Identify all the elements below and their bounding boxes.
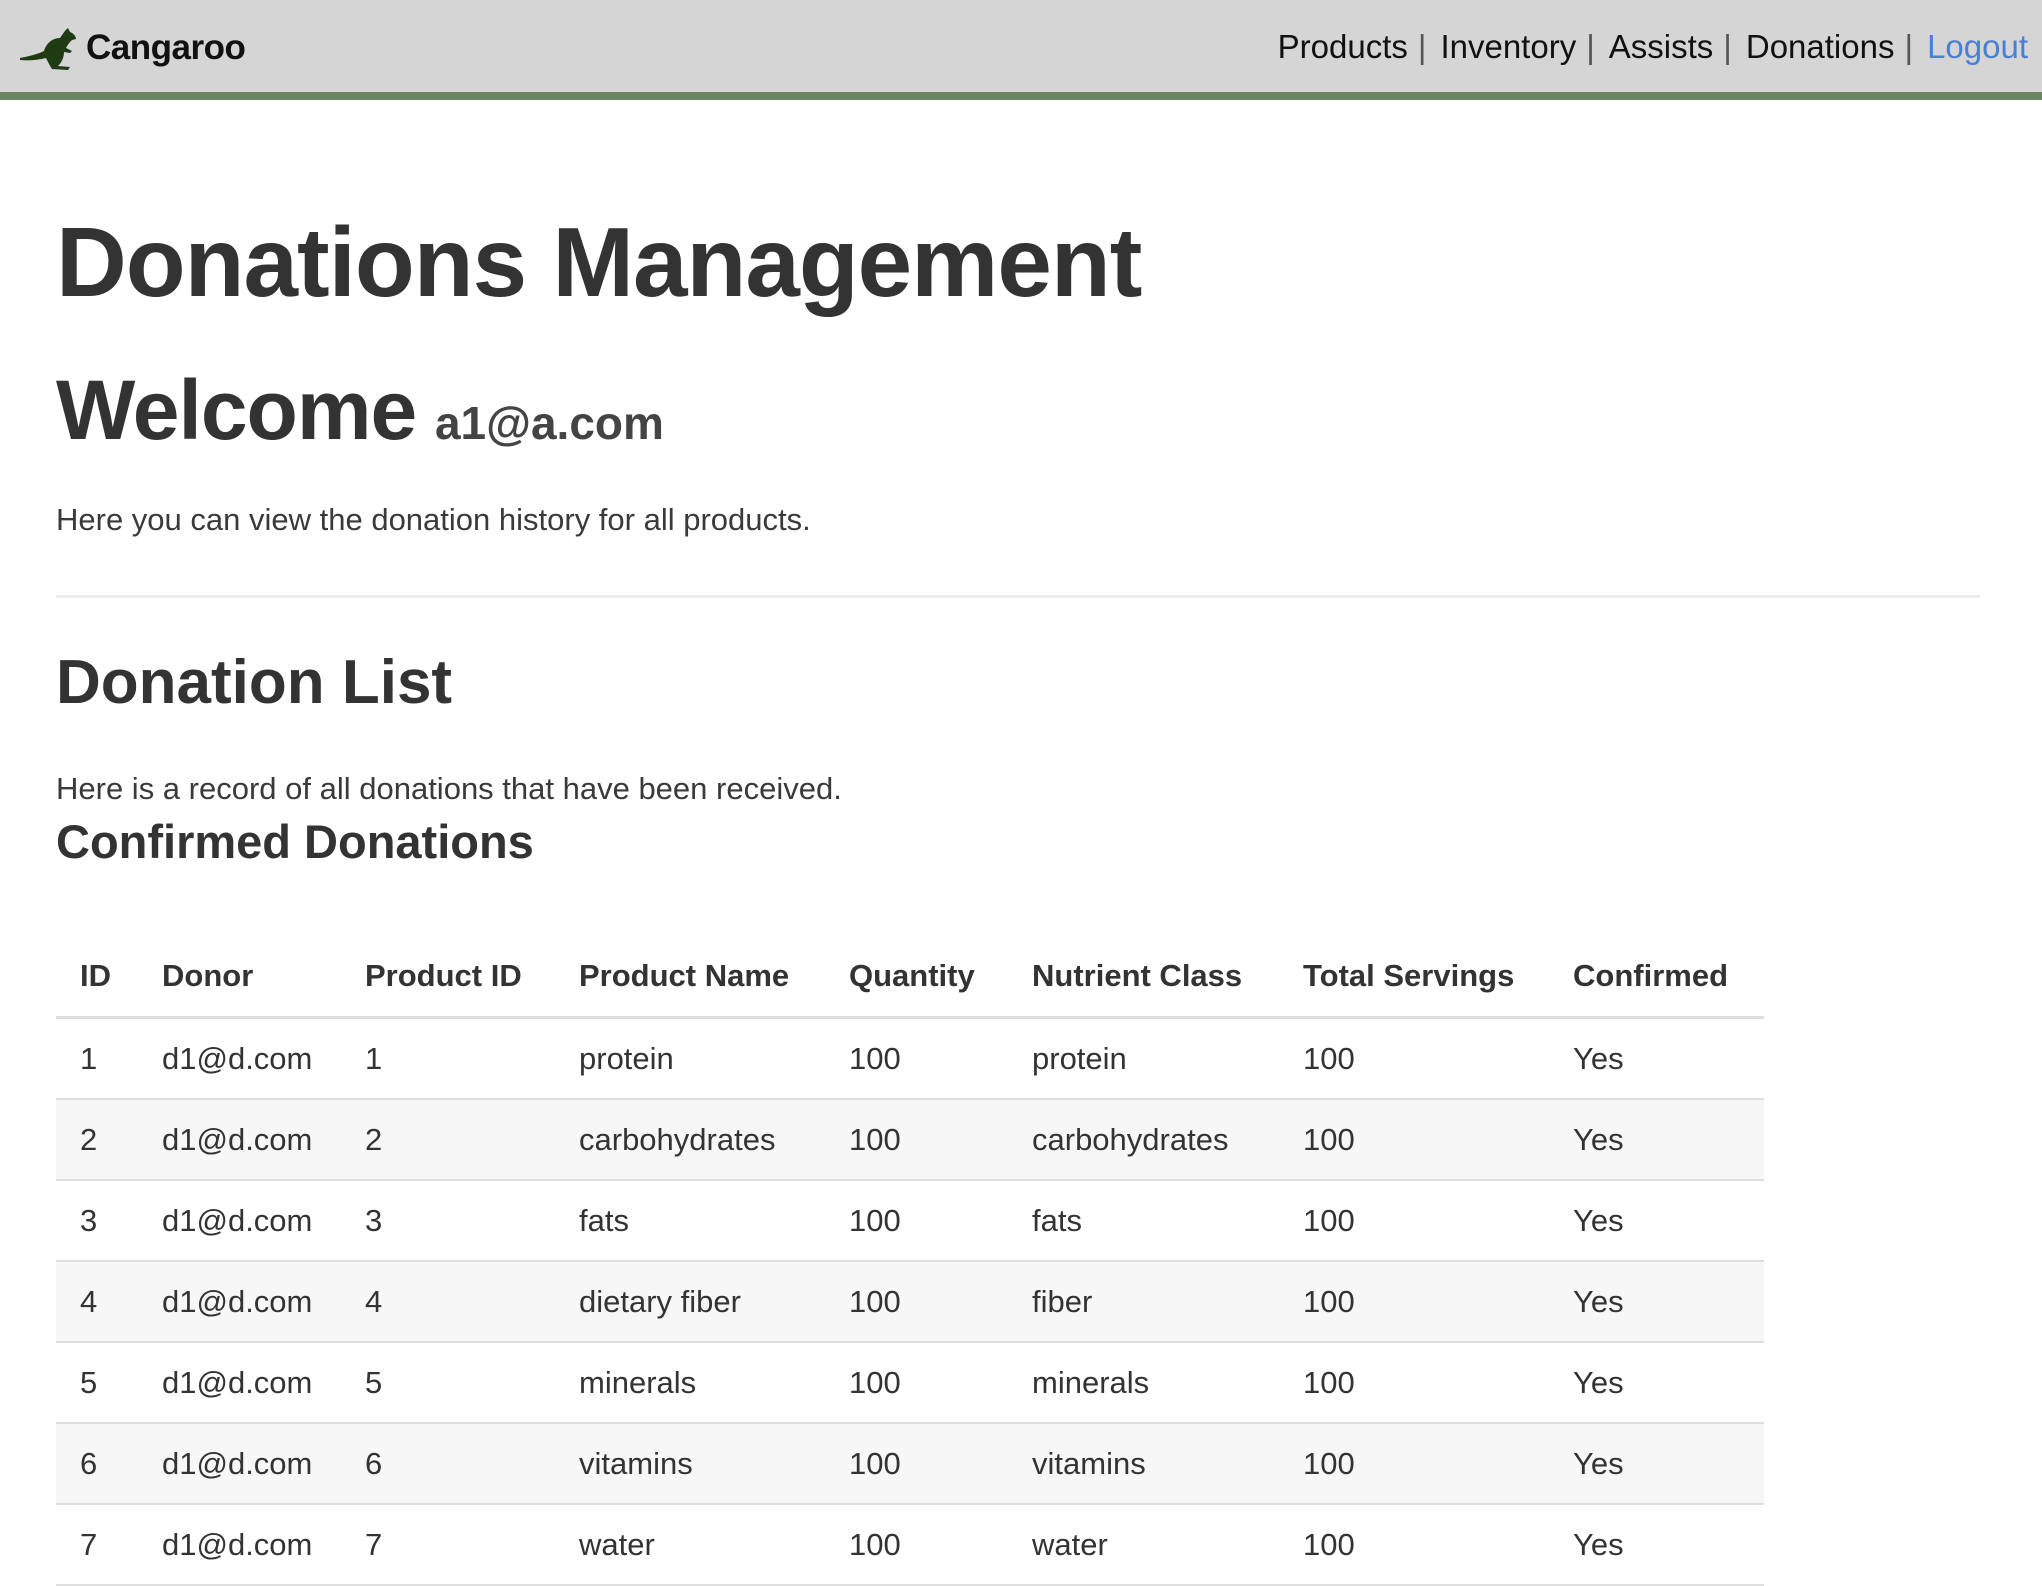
confirmed-donations-table-wrapper: ID Donor Product ID Product Name Quantit… [56, 936, 1764, 1586]
cell-quantity: 100 [825, 1261, 1008, 1343]
column-header-donor: Donor [138, 936, 341, 1019]
cell-quantity: 100 [825, 1017, 1008, 1100]
table-row: 2 d1@d.com 2 carbohydrates 100 carbohydr… [56, 1099, 1764, 1181]
cell-product-id: 4 [341, 1261, 555, 1343]
cell-product-name: dietary fiber [555, 1261, 825, 1343]
cell-id: 6 [56, 1423, 138, 1505]
table-row: 3 d1@d.com 3 fats 100 fats 100 Yes [56, 1180, 1764, 1262]
nav-separator: | [1417, 28, 1427, 65]
brand[interactable]: Cangaroo [18, 18, 246, 78]
cell-confirmed: Yes [1549, 1017, 1764, 1100]
cell-nutrient-class: protein [1008, 1017, 1279, 1100]
cell-total-servings: 100 [1279, 1261, 1549, 1343]
brand-name: Cangaroo [86, 28, 246, 67]
cell-product-id: 1 [341, 1017, 555, 1100]
intro-text: Here you can view the donation history f… [56, 502, 811, 537]
cell-donor: d1@d.com [138, 1423, 341, 1505]
table-row: 7 d1@d.com 7 water 100 water 100 Yes [56, 1504, 1764, 1586]
cell-id: 3 [56, 1180, 138, 1262]
cell-id: 7 [56, 1504, 138, 1586]
cell-confirmed: Yes [1549, 1261, 1764, 1343]
column-header-quantity: Quantity [825, 936, 1008, 1019]
cell-donor: d1@d.com [138, 1017, 341, 1100]
cell-product-id: 3 [341, 1180, 555, 1262]
cell-product-name: water [555, 1504, 825, 1586]
nav-separator: | [1586, 28, 1595, 65]
cell-quantity: 100 [825, 1504, 1008, 1586]
cell-donor: d1@d.com [138, 1099, 341, 1181]
column-header-id: ID [56, 936, 138, 1019]
confirmed-donations-title: Confirmed Donations [56, 815, 534, 868]
cell-donor: d1@d.com [138, 1342, 341, 1424]
cell-product-name: carbohydrates [555, 1099, 825, 1181]
user-email: a1@a.com [434, 397, 664, 449]
cell-product-id: 2 [341, 1099, 555, 1181]
column-header-product-name: Product Name [555, 936, 825, 1019]
cell-id: 2 [56, 1099, 138, 1181]
table-header-row: ID Donor Product ID Product Name Quantit… [56, 936, 1764, 1019]
cell-id: 5 [56, 1342, 138, 1424]
cell-id: 4 [56, 1261, 138, 1343]
cell-quantity: 100 [825, 1342, 1008, 1424]
table-row: 4 d1@d.com 4 dietary fiber 100 fiber 100… [56, 1261, 1764, 1343]
cell-total-servings: 100 [1279, 1099, 1549, 1181]
cell-total-servings: 100 [1279, 1180, 1549, 1262]
cell-product-name: fats [555, 1180, 825, 1262]
cell-quantity: 100 [825, 1099, 1008, 1181]
cell-confirmed: Yes [1549, 1342, 1764, 1424]
cell-total-servings: 100 [1279, 1342, 1549, 1424]
cell-nutrient-class: minerals [1008, 1342, 1279, 1424]
logout-link[interactable]: Logout [1927, 28, 2028, 66]
cell-product-name: vitamins [555, 1423, 825, 1505]
nav-link-inventory[interactable]: Inventory [1440, 28, 1576, 66]
column-header-nutrient-class: Nutrient Class [1008, 936, 1279, 1019]
donation-list-description: Here is a record of all donations that h… [56, 771, 842, 806]
cell-confirmed: Yes [1549, 1099, 1764, 1181]
column-header-confirmed: Confirmed [1549, 936, 1764, 1019]
welcome-text: Welcome [56, 363, 417, 457]
cell-quantity: 100 [825, 1180, 1008, 1262]
nav-link-products[interactable]: Products [1278, 28, 1408, 66]
table-row: 5 d1@d.com 5 minerals 100 minerals 100 Y… [56, 1342, 1764, 1424]
cell-nutrient-class: water [1008, 1504, 1279, 1586]
cell-product-id: 6 [341, 1423, 555, 1505]
cell-total-servings: 100 [1279, 1017, 1549, 1100]
cell-total-servings: 100 [1279, 1504, 1549, 1586]
cell-total-servings: 100 [1279, 1423, 1549, 1505]
cell-donor: d1@d.com [138, 1504, 341, 1586]
cell-donor: d1@d.com [138, 1180, 341, 1262]
cell-id: 1 [56, 1017, 138, 1100]
nav-link-assists[interactable]: Assists [1609, 28, 1714, 66]
column-header-product-id: Product ID [341, 936, 555, 1019]
cell-quantity: 100 [825, 1423, 1008, 1505]
kangaroo-icon [18, 24, 84, 72]
cell-nutrient-class: carbohydrates [1008, 1099, 1279, 1181]
cell-donor: d1@d.com [138, 1261, 341, 1343]
divider [56, 595, 1980, 598]
cell-product-id: 5 [341, 1342, 555, 1424]
nav-links: Products | Inventory | Assists | Donatio… [1278, 28, 2028, 66]
table-row: 6 d1@d.com 6 vitamins 100 vitamins 100 Y… [56, 1423, 1764, 1505]
column-header-total-servings: Total Servings [1279, 936, 1549, 1019]
cell-confirmed: Yes [1549, 1423, 1764, 1505]
nav-separator: | [1904, 28, 1914, 65]
cell-product-name: minerals [555, 1342, 825, 1424]
cell-nutrient-class: fiber [1008, 1261, 1279, 1343]
cell-confirmed: Yes [1549, 1180, 1764, 1262]
nav-link-donations[interactable]: Donations [1746, 28, 1895, 66]
cell-product-id: 7 [341, 1504, 555, 1586]
cell-nutrient-class: vitamins [1008, 1423, 1279, 1505]
cell-nutrient-class: fats [1008, 1180, 1279, 1262]
page-title: Donations Management [56, 207, 1142, 317]
cell-confirmed: Yes [1549, 1504, 1764, 1586]
table-row: 1 d1@d.com 1 protein 100 protein 100 Yes [56, 1017, 1764, 1100]
nav-separator: | [1723, 28, 1732, 65]
top-navbar: Cangaroo Products | Inventory | Assists … [0, 0, 2042, 100]
cell-product-name: protein [555, 1017, 825, 1100]
welcome-heading: Welcome a1@a.com [56, 362, 664, 459]
confirmed-donations-table: ID Donor Product ID Product Name Quantit… [56, 936, 1764, 1586]
donation-list-title: Donation List [56, 648, 453, 717]
